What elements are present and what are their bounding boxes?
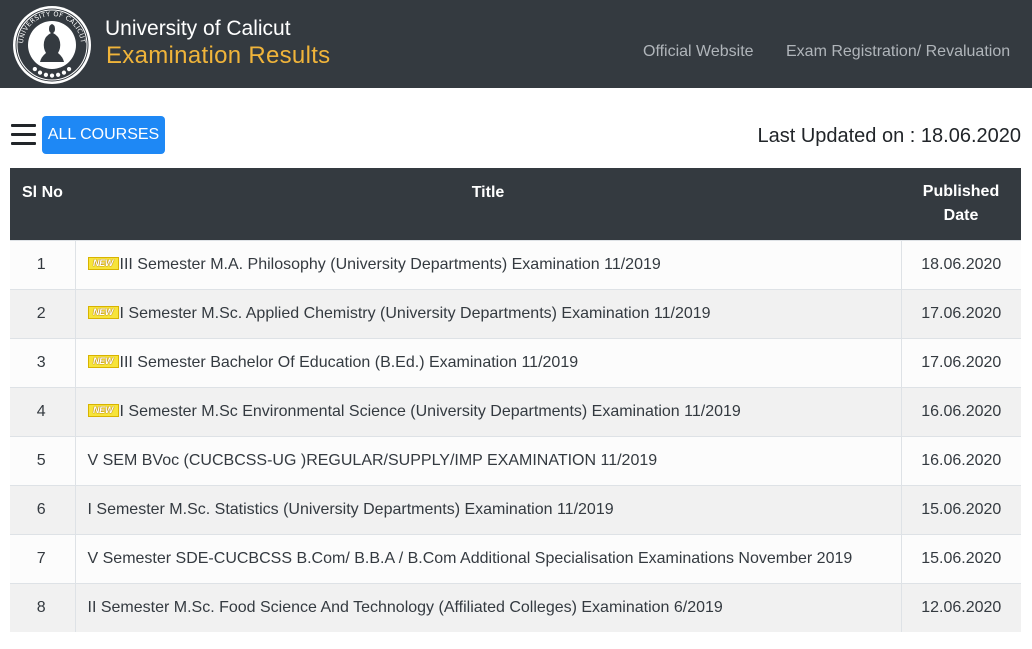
site-subtitle: Examination Results bbox=[106, 42, 331, 69]
new-badge-icon: NEW bbox=[87, 403, 119, 417]
nav-official-website[interactable]: Official Website bbox=[643, 43, 754, 61]
result-title-link[interactable]: V SEM BVoc (CUCBCSS-UG )REGULAR/SUPPLY/I… bbox=[88, 452, 658, 469]
published-date-cell: 17.06.2020 bbox=[901, 288, 1021, 338]
column-header-sl-no: Sl No bbox=[22, 184, 63, 201]
result-title-link[interactable]: I Semester M.Sc Environmental Science (U… bbox=[120, 403, 741, 420]
published-date-cell: 15.06.2020 bbox=[901, 484, 1021, 534]
table-row[interactable]: 4 NEW I Semester M.Sc Environmental Scienc… bbox=[10, 386, 1021, 436]
university-name: University of Calicut bbox=[105, 17, 291, 40]
published-date-cell: 15.06.2020 bbox=[901, 533, 1021, 583]
result-title-cell: NEW III Semester Bachelor Of Education (B… bbox=[75, 337, 902, 387]
last-updated-text: Last Updated on : 18.06.2020 bbox=[757, 125, 1021, 147]
result-title-cell: I Semester M.Sc. Statistics (University … bbox=[75, 484, 902, 534]
sl-no-cell: 2 bbox=[10, 288, 76, 338]
sl-no-cell: 4 bbox=[10, 386, 76, 436]
new-badge-icon: NEW bbox=[87, 256, 119, 270]
navbar: UNIVERSITY OF CALICUT ● ● ● ● ● ● ● Univ… bbox=[0, 0, 1032, 88]
table-row[interactable]: 5 V SEM BVoc (CUCBCSS-UG )REGULAR/SUPPLY/… bbox=[10, 435, 1021, 485]
hamburger-menu-icon[interactable] bbox=[11, 124, 36, 146]
sl-no-cell: 6 bbox=[10, 484, 76, 534]
published-date-cell: 18.06.2020 bbox=[901, 239, 1021, 289]
table-row[interactable]: 3 NEW III Semester Bachelor Of Education (… bbox=[10, 337, 1021, 387]
column-header-title: Title bbox=[471, 184, 505, 201]
table-row[interactable]: 8 II Semester M.Sc. Food Science And Tech… bbox=[10, 582, 1021, 632]
result-title-link[interactable]: V Semester SDE-CUCBCSS B.Com/ B.B.A / B.… bbox=[88, 550, 853, 567]
result-title-cell: V SEM BVoc (CUCBCSS-UG )REGULAR/SUPPLY/I… bbox=[75, 435, 902, 485]
result-title-cell: NEW I Semester M.Sc. Applied Chemistry (U… bbox=[75, 288, 902, 338]
published-date-cell: 16.06.2020 bbox=[901, 386, 1021, 436]
result-title-cell: V Semester SDE-CUCBCSS B.Com/ B.B.A / B.… bbox=[75, 533, 902, 583]
sl-no-cell: 3 bbox=[10, 337, 76, 387]
table-body: 1 NEW III Semester M.A. Philosophy (Univer… bbox=[10, 239, 1021, 632]
published-date-cell: 17.06.2020 bbox=[901, 337, 1021, 387]
result-title-link[interactable]: III Semester Bachelor Of Education (B.Ed… bbox=[120, 354, 579, 371]
published-date-cell: 16.06.2020 bbox=[901, 435, 1021, 485]
new-badge-icon: NEW bbox=[87, 354, 119, 368]
table-row[interactable]: 1 NEW III Semester M.A. Philosophy (Univer… bbox=[10, 239, 1021, 289]
results-table: Sl No Title Published Date 1 NEW III Semest… bbox=[10, 168, 1021, 632]
table-header-row: Sl No Title Published Date bbox=[10, 168, 1021, 240]
result-title-cell: NEW I Semester M.Sc Environmental Science… bbox=[75, 386, 902, 436]
published-date-cell: 12.06.2020 bbox=[901, 582, 1021, 632]
sl-no-cell: 8 bbox=[10, 582, 76, 632]
sl-no-cell: 1 bbox=[10, 239, 76, 289]
table-row[interactable]: 7 V Semester SDE-CUCBCSS B.Com/ B.B.A / B… bbox=[10, 533, 1021, 583]
new-badge-icon: NEW bbox=[87, 305, 119, 319]
result-title-link[interactable]: III Semester M.A. Philosophy (University… bbox=[120, 256, 661, 273]
result-title-link[interactable]: I Semester M.Sc. Applied Chemistry (Univ… bbox=[120, 305, 711, 322]
sl-no-cell: 7 bbox=[10, 533, 76, 583]
result-title-link[interactable]: I Semester M.Sc. Statistics (University … bbox=[88, 501, 614, 518]
sl-no-cell: 5 bbox=[10, 435, 76, 485]
nav-exam-registration[interactable]: Exam Registration/ Revaluation bbox=[786, 43, 1010, 61]
table-row[interactable]: 2 NEW I Semester M.Sc. Applied Chemistry (… bbox=[10, 288, 1021, 338]
result-title-link[interactable]: II Semester M.Sc. Food Science And Techn… bbox=[88, 599, 723, 616]
result-title-cell: NEW III Semester M.A. Philosophy (Univers… bbox=[75, 239, 902, 289]
all-courses-button[interactable]: ALL COURSES bbox=[42, 116, 165, 154]
university-seal-icon[interactable]: UNIVERSITY OF CALICUT ● ● ● ● ● ● ● bbox=[11, 4, 93, 86]
result-title-cell: II Semester M.Sc. Food Science And Techn… bbox=[75, 582, 902, 632]
column-header-published-date: Published Date bbox=[922, 182, 1000, 224]
table-row[interactable]: 6 I Semester M.Sc. Statistics (University… bbox=[10, 484, 1021, 534]
